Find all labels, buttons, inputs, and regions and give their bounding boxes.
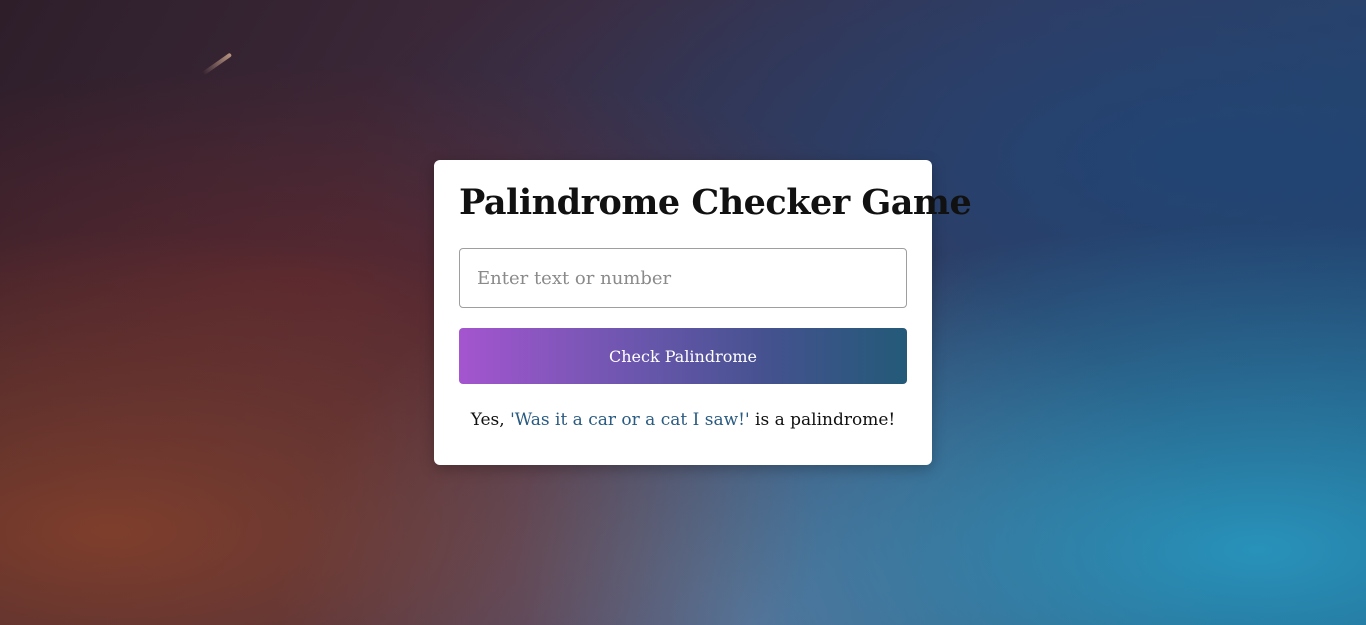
palindrome-card: Palindrome Checker Game Check Palindrome…: [434, 160, 972, 465]
text-input[interactable]: [459, 248, 907, 308]
result-prefix: Yes,: [470, 410, 511, 430]
page-title: Palindrome Checker Game: [459, 182, 972, 223]
result-suffix: is a palindrome!: [749, 410, 896, 430]
result-message: Yes, 'Was it a car or a cat I saw!' is a…: [459, 410, 907, 430]
background-light-streak: [201, 52, 233, 76]
check-palindrome-button[interactable]: Check Palindrome: [459, 328, 907, 384]
result-checked-text: 'Was it a car or a cat I saw!': [510, 410, 750, 430]
